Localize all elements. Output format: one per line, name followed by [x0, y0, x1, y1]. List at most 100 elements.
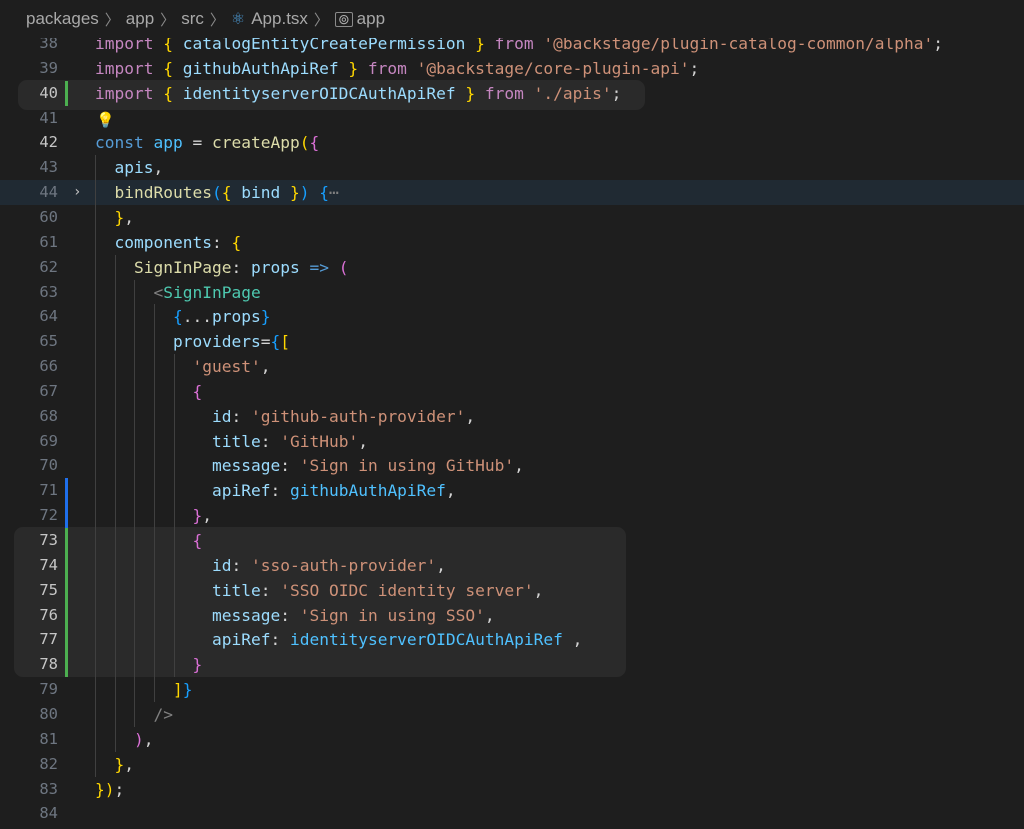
code-text: ]}	[173, 680, 193, 700]
breadcrumb-app[interactable]: app	[126, 9, 154, 29]
code-line[interactable]: 61 components: {	[0, 230, 1024, 255]
code-line[interactable]: 41 💡	[0, 106, 1024, 131]
fold-chevron-right-icon[interactable]: ›	[73, 180, 81, 205]
chevron-right-icon: 〉	[313, 11, 329, 29]
code-line[interactable]: 84	[0, 801, 1024, 826]
code-text: import { identityserverOIDCAuthApiRef } …	[95, 83, 622, 103]
line-number: 66	[39, 357, 58, 376]
indent-guide	[114, 254, 116, 752]
line-number: 74	[39, 555, 58, 574]
indent-guide	[173, 354, 175, 678]
line-number: 78	[39, 655, 58, 674]
code-text: id: 'sso-auth-provider',	[212, 555, 446, 575]
line-number: 67	[39, 381, 58, 400]
line-number: 82	[39, 754, 58, 773]
line-number: 80	[39, 704, 58, 723]
code-text: {...props}	[173, 307, 271, 327]
code-line[interactable]: 40 import { identityserverOIDCAuthApiRef …	[0, 80, 1024, 106]
code-text: message: 'Sign in using GitHub',	[212, 456, 524, 476]
line-number: 64	[39, 307, 58, 326]
line-number: 69	[39, 431, 58, 450]
line-number: 73	[39, 531, 58, 549]
module-symbol-icon: ⊚	[334, 11, 353, 27]
line-number: 71	[39, 481, 58, 500]
line-number: 39	[39, 58, 58, 77]
code-text: components: {	[114, 232, 242, 252]
code-line[interactable]: 83});	[0, 777, 1024, 802]
code-text: 'guest',	[192, 357, 271, 377]
chevron-right-icon: 〉	[160, 11, 176, 29]
line-number: 65	[39, 332, 58, 351]
code-text: ),	[134, 729, 154, 749]
code-text: import { githubAuthApiRef } from '@backs…	[95, 58, 700, 78]
line-number: 60	[39, 207, 58, 226]
code-line[interactable]: 44 › bindRoutes({ bind }) {⋯	[0, 180, 1024, 205]
chevron-right-icon: 〉	[209, 11, 225, 29]
code-text: });	[95, 779, 125, 799]
added-line-marker[interactable]	[65, 552, 68, 578]
added-line-marker[interactable]	[65, 528, 68, 553]
line-number: 72	[39, 506, 58, 525]
code-editor[interactable]: 38 import { catalogEntityCreatePermission…	[0, 33, 1024, 829]
line-number: 42	[39, 133, 58, 152]
line-number: 75	[39, 580, 58, 599]
line-number: 84	[39, 804, 58, 823]
react-icon: ⚛	[230, 11, 246, 28]
indent-guide	[134, 279, 136, 727]
code-text: <SignInPage	[153, 282, 261, 302]
line-number: 70	[39, 456, 58, 475]
line-number: 81	[39, 729, 58, 748]
line-number: 44	[39, 183, 58, 202]
line-number: 83	[39, 779, 58, 798]
line-number: 43	[39, 158, 58, 177]
line-number: 41	[39, 108, 58, 127]
code-text: },	[114, 754, 135, 774]
breadcrumb-file[interactable]: App.tsx	[251, 9, 308, 29]
added-line-marker[interactable]	[65, 80, 68, 106]
code-text: id: 'github-auth-provider',	[212, 406, 476, 426]
line-number: 68	[39, 406, 58, 425]
breadcrumb: packages 〉 app 〉 src 〉 ⚛ App.tsx 〉 ⊚ app	[0, 0, 1024, 38]
modified-line-marker[interactable]	[65, 503, 68, 529]
code-text: },	[114, 207, 135, 227]
code-line[interactable]: 63 <SignInPage	[0, 280, 1024, 305]
code-text: apiRef: identityserverOIDCAuthApiRef ,	[212, 630, 583, 650]
code-text: {	[192, 381, 203, 401]
code-line[interactable]: 82 },	[0, 752, 1024, 777]
code-text: title: 'GitHub',	[212, 431, 368, 451]
code-text: SignInPage: props => (	[134, 257, 349, 277]
code-line[interactable]: 39 import { githubAuthApiRef } from '@bac…	[0, 56, 1024, 81]
code-text: }	[192, 655, 203, 675]
line-number: 62	[39, 257, 58, 276]
code-text: apiRef: githubAuthApiRef,	[212, 481, 456, 501]
code-line[interactable]: 62 SignInPage: props => (	[0, 255, 1024, 280]
code-line[interactable]: 42 const app = createApp({	[0, 130, 1024, 155]
code-line[interactable]: 81 ),	[0, 727, 1024, 752]
line-number: 40	[39, 83, 58, 102]
code-text: const app = createApp({	[95, 133, 320, 153]
line-number: 63	[39, 282, 58, 301]
code-line[interactable]: 43 apis,	[0, 155, 1024, 180]
line-number: 77	[39, 630, 58, 649]
modified-line-marker[interactable]	[65, 478, 68, 504]
indent-guide	[95, 155, 96, 777]
line-number: 79	[39, 680, 58, 699]
code-line[interactable]: 80 />	[0, 702, 1024, 727]
code-line[interactable]: 60 },	[0, 205, 1024, 230]
added-line-marker[interactable]	[65, 602, 68, 628]
code-text: {	[192, 531, 203, 550]
lightbulb-icon[interactable]: 💡	[96, 108, 115, 133]
code-text: bindRoutes({ bind }) {⋯	[114, 183, 339, 203]
breadcrumb-packages[interactable]: packages	[26, 9, 99, 29]
added-line-marker[interactable]	[65, 577, 68, 603]
indent-guide	[154, 304, 156, 702]
code-text: title: 'SSO OIDC identity server',	[212, 580, 544, 600]
breadcrumb-symbol[interactable]: app	[357, 9, 385, 29]
chevron-right-icon: 〉	[104, 11, 120, 29]
breadcrumb-src[interactable]: src	[181, 9, 204, 29]
line-number: 61	[39, 232, 58, 251]
added-line-marker[interactable]	[65, 652, 68, 678]
code-text: apis,	[114, 158, 164, 178]
line-number: 76	[39, 605, 58, 624]
added-line-marker[interactable]	[65, 627, 68, 653]
